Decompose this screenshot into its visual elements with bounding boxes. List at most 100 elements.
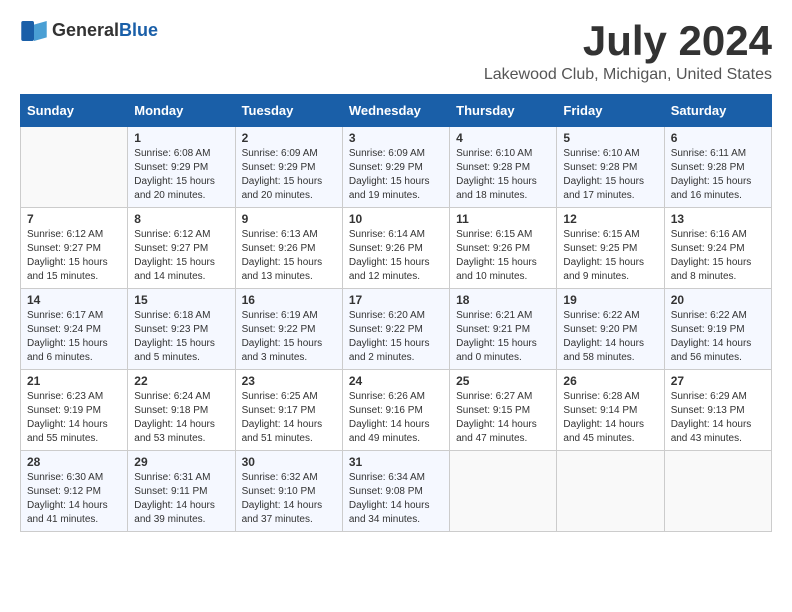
calendar-cell: 20Sunrise: 6:22 AM Sunset: 9:19 PM Dayli… [664, 289, 771, 370]
calendar-cell: 10 Sunrise: 6:14 AM Sunset: 9:26 PM Dayli… [342, 208, 449, 289]
calendar-cell: 28 Sunrise: 6:30 AM Sunset: 9:12 PM Dayli… [21, 451, 128, 532]
calendar-cell: 9 Sunrise: 6:13 AM Sunset: 9:26 PM Daylig… [235, 208, 342, 289]
calendar-cell: 8Sunrise: 6:12 AM Sunset: 9:27 PM Daylig… [128, 208, 235, 289]
day-number: 16 [242, 293, 336, 307]
calendar-cell: 16 Sunrise: 6:19 AM Sunset: 9:22 PM Dayli… [235, 289, 342, 370]
cell-content: Sunrise: 6:09 AM Sunset: 9:29 PM Dayligh… [242, 147, 336, 203]
day-number: 1 [134, 131, 228, 145]
cell-content: Sunrise: 6:08 AM Sunset: 9:29 PM Dayligh… [134, 147, 228, 203]
cell-content: Sunrise: 6:14 AM Sunset: 9:26 PM Dayligh… [349, 228, 443, 284]
calendar-header: Sunday Monday Tuesday Wednesday Thursday… [21, 95, 772, 127]
cell-content: Sunrise: 6:27 AM Sunset: 9:15 PM Dayligh… [456, 390, 550, 446]
calendar-cell: 19Sunrise: 6:22 AM Sunset: 9:20 PM Dayli… [557, 289, 664, 370]
calendar-cell [557, 451, 664, 532]
month-year-title: July 2024 [484, 20, 772, 62]
calendar-cell: 24 Sunrise: 6:26 AM Sunset: 9:16 PM Dayli… [342, 370, 449, 451]
cell-content: Sunrise: 6:30 AM Sunset: 9:12 PM Dayligh… [27, 471, 121, 527]
cell-content: Sunrise: 6:12 AM Sunset: 9:27 PM Dayligh… [134, 228, 228, 284]
cell-content: Sunrise: 6:21 AM Sunset: 9:21 PM Dayligh… [456, 309, 550, 365]
cell-content: Sunrise: 6:11 AM Sunset: 9:28 PM Dayligh… [671, 147, 765, 203]
calendar-cell: 7 Sunrise: 6:12 AM Sunset: 9:27 PM Daylig… [21, 208, 128, 289]
cell-content: Sunrise: 6:10 AM Sunset: 9:28 PM Dayligh… [456, 147, 550, 203]
calendar-cell: 4 Sunrise: 6:10 AM Sunset: 9:28 PM Daylig… [450, 127, 557, 208]
cell-content: Sunrise: 6:23 AM Sunset: 9:19 PM Dayligh… [27, 390, 121, 446]
calendar-cell: 5 Sunrise: 6:10 AM Sunset: 9:28 PM Daylig… [557, 127, 664, 208]
day-number: 11 [456, 212, 550, 226]
day-number: 28 [27, 455, 121, 469]
cell-content: Sunrise: 6:12 AM Sunset: 9:27 PM Dayligh… [27, 228, 121, 284]
day-number: 25 [456, 374, 550, 388]
day-number: 24 [349, 374, 443, 388]
col-wednesday: Wednesday [342, 95, 449, 127]
calendar-cell: 11 Sunrise: 6:15 AM Sunset: 9:26 PM Dayli… [450, 208, 557, 289]
calendar-body: 1 Sunrise: 6:08 AM Sunset: 9:29 PM Daylig… [21, 127, 772, 532]
day-number: 2 [242, 131, 336, 145]
cell-content: Sunrise: 6:32 AM Sunset: 9:10 PM Dayligh… [242, 471, 336, 527]
day-number: 23 [242, 374, 336, 388]
cell-content: Sunrise: 6:17 AM Sunset: 9:24 PM Dayligh… [27, 309, 121, 365]
calendar-cell [664, 451, 771, 532]
day-number: 31 [349, 455, 443, 469]
day-number: 17 [349, 293, 443, 307]
logo: GeneralBlue [20, 20, 158, 41]
day-number: 3 [349, 131, 443, 145]
cell-content: Sunrise: 6:22 AM Sunset: 9:19 PM Dayligh… [671, 309, 765, 365]
cell-content: Sunrise: 6:16 AM Sunset: 9:24 PM Dayligh… [671, 228, 765, 284]
cell-content: Sunrise: 6:26 AM Sunset: 9:16 PM Dayligh… [349, 390, 443, 446]
day-number: 12 [563, 212, 657, 226]
calendar-cell: 3Sunrise: 6:09 AM Sunset: 9:29 PM Daylig… [342, 127, 449, 208]
calendar-cell: 27 Sunrise: 6:29 AM Sunset: 9:13 PM Dayli… [664, 370, 771, 451]
calendar-week-row: 14 Sunrise: 6:17 AM Sunset: 9:24 PM Dayli… [21, 289, 772, 370]
day-number: 21 [27, 374, 121, 388]
cell-content: Sunrise: 6:15 AM Sunset: 9:25 PM Dayligh… [563, 228, 657, 284]
calendar-cell: 31 Sunrise: 6:34 AM Sunset: 9:08 PM Dayli… [342, 451, 449, 532]
location-subtitle: Lakewood Club, Michigan, United States [484, 66, 772, 84]
cell-content: Sunrise: 6:20 AM Sunset: 9:22 PM Dayligh… [349, 309, 443, 365]
day-number: 14 [27, 293, 121, 307]
day-number: 5 [563, 131, 657, 145]
day-number: 27 [671, 374, 765, 388]
day-number: 26 [563, 374, 657, 388]
title-section: July 2024 Lakewood Club, Michigan, Unite… [484, 20, 772, 84]
page-header: GeneralBlue July 2024 Lakewood Club, Mic… [20, 20, 772, 84]
logo-text: GeneralBlue [52, 20, 158, 41]
cell-content: Sunrise: 6:29 AM Sunset: 9:13 PM Dayligh… [671, 390, 765, 446]
calendar-cell: 15Sunrise: 6:18 AM Sunset: 9:23 PM Dayli… [128, 289, 235, 370]
logo-blue: Blue [119, 20, 158, 40]
calendar-cell [450, 451, 557, 532]
day-number: 22 [134, 374, 228, 388]
calendar-cell: 17 Sunrise: 6:20 AM Sunset: 9:22 PM Dayli… [342, 289, 449, 370]
calendar-cell: 14 Sunrise: 6:17 AM Sunset: 9:24 PM Dayli… [21, 289, 128, 370]
cell-content: Sunrise: 6:13 AM Sunset: 9:26 PM Dayligh… [242, 228, 336, 284]
col-sunday: Sunday [21, 95, 128, 127]
cell-content: Sunrise: 6:10 AM Sunset: 9:28 PM Dayligh… [563, 147, 657, 203]
cell-content: Sunrise: 6:19 AM Sunset: 9:22 PM Dayligh… [242, 309, 336, 365]
cell-content: Sunrise: 6:24 AM Sunset: 9:18 PM Dayligh… [134, 390, 228, 446]
day-number: 9 [242, 212, 336, 226]
logo-icon [20, 21, 48, 41]
cell-content: Sunrise: 6:15 AM Sunset: 9:26 PM Dayligh… [456, 228, 550, 284]
calendar-table: Sunday Monday Tuesday Wednesday Thursday… [20, 94, 772, 532]
cell-content: Sunrise: 6:34 AM Sunset: 9:08 PM Dayligh… [349, 471, 443, 527]
calendar-cell: 2 Sunrise: 6:09 AM Sunset: 9:29 PM Daylig… [235, 127, 342, 208]
day-number: 18 [456, 293, 550, 307]
calendar-cell [21, 127, 128, 208]
calendar-cell: 21 Sunrise: 6:23 AM Sunset: 9:19 PM Dayli… [21, 370, 128, 451]
logo-general: General [52, 20, 119, 40]
calendar-cell: 6Sunrise: 6:11 AM Sunset: 9:28 PM Daylig… [664, 127, 771, 208]
day-number: 19 [563, 293, 657, 307]
day-number: 7 [27, 212, 121, 226]
calendar-week-row: 21 Sunrise: 6:23 AM Sunset: 9:19 PM Dayli… [21, 370, 772, 451]
col-thursday: Thursday [450, 95, 557, 127]
day-number: 4 [456, 131, 550, 145]
day-number: 10 [349, 212, 443, 226]
calendar-cell: 25 Sunrise: 6:27 AM Sunset: 9:15 PM Dayli… [450, 370, 557, 451]
calendar-cell: 1 Sunrise: 6:08 AM Sunset: 9:29 PM Daylig… [128, 127, 235, 208]
calendar-cell: 30Sunrise: 6:32 AM Sunset: 9:10 PM Dayli… [235, 451, 342, 532]
calendar-week-row: 1 Sunrise: 6:08 AM Sunset: 9:29 PM Daylig… [21, 127, 772, 208]
day-number: 15 [134, 293, 228, 307]
day-number: 13 [671, 212, 765, 226]
calendar-cell: 22 Sunrise: 6:24 AM Sunset: 9:18 PM Dayli… [128, 370, 235, 451]
calendar-week-row: 7 Sunrise: 6:12 AM Sunset: 9:27 PM Daylig… [21, 208, 772, 289]
col-monday: Monday [128, 95, 235, 127]
